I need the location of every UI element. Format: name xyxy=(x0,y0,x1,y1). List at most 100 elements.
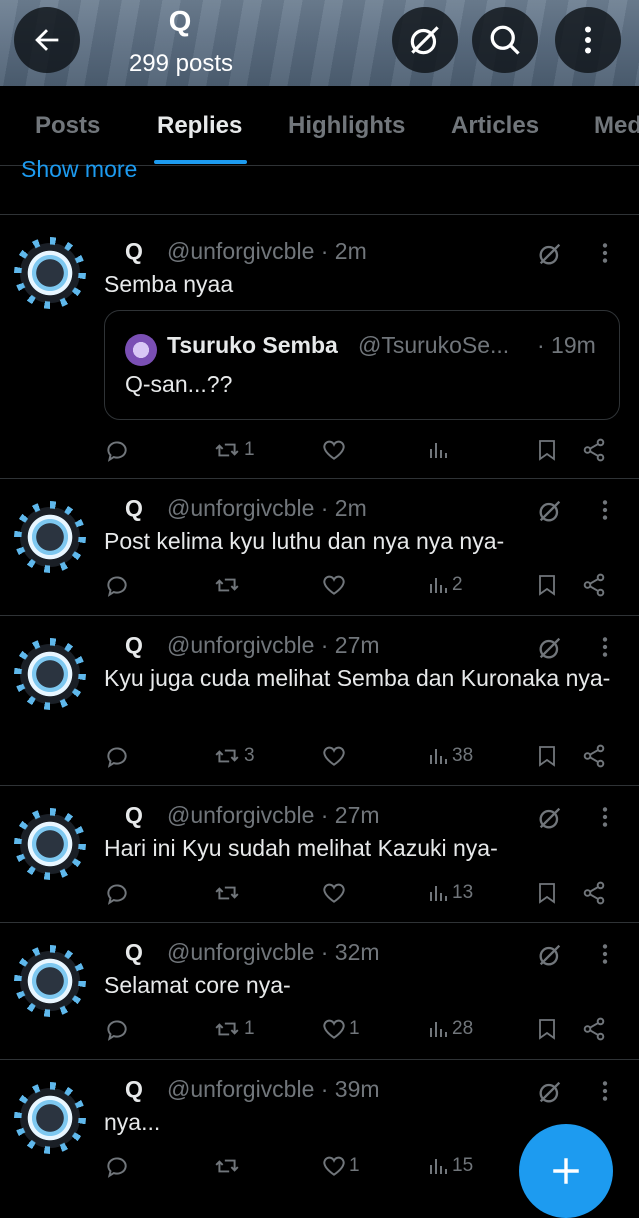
views-button[interactable] xyxy=(426,435,452,465)
grok-icon[interactable] xyxy=(536,240,564,268)
views-button[interactable]: 38 xyxy=(426,741,473,771)
post-text: Selamat core nya- xyxy=(104,972,291,998)
avatar[interactable] xyxy=(20,644,80,704)
reply-button[interactable] xyxy=(104,1014,132,1044)
views-icon xyxy=(430,749,447,764)
post-author-name[interactable]: Q xyxy=(125,238,143,265)
back-arrow-icon xyxy=(35,29,59,51)
avatar[interactable] xyxy=(20,1088,80,1148)
post-author-name[interactable]: Q xyxy=(125,939,143,966)
more-vertical-icon[interactable] xyxy=(596,634,614,660)
bookmark-button[interactable] xyxy=(535,878,559,908)
show-more-link[interactable]: Show more xyxy=(21,156,137,183)
post-actions: 3 38 xyxy=(104,741,624,771)
post-author-name[interactable]: Q xyxy=(125,1076,143,1103)
views-button[interactable]: 15 xyxy=(426,1151,473,1181)
grok-icon[interactable] xyxy=(536,941,564,969)
reply-icon xyxy=(107,884,127,905)
post-handle-time[interactable]: @unforgivcble · 2m xyxy=(167,238,367,265)
reply-button[interactable] xyxy=(104,570,132,600)
share-icon xyxy=(583,573,605,597)
compose-plus-icon xyxy=(553,1158,579,1184)
post-author-name[interactable]: Q xyxy=(125,802,143,829)
like-button[interactable]: 1 xyxy=(321,1014,360,1044)
like-button[interactable] xyxy=(321,435,349,465)
post-author-name[interactable]: Q xyxy=(125,495,143,522)
like-button[interactable] xyxy=(321,570,349,600)
tab-posts[interactable]: Posts xyxy=(35,86,100,165)
quoted-time: · 19m xyxy=(537,332,596,358)
post-handle-time[interactable]: @unforgivcble · 27m xyxy=(167,632,380,659)
post-item[interactable]: Q @unforgivcble · 32m Selamat core nya- … xyxy=(0,923,639,1060)
bookmark-button[interactable] xyxy=(535,1014,559,1044)
views-count: 15 xyxy=(452,1155,474,1176)
compose-button[interactable] xyxy=(519,1124,613,1218)
grok-icon[interactable] xyxy=(536,497,564,525)
post-item[interactable]: Q @unforgivcble · 2m Post kelima kyu lut… xyxy=(0,479,639,616)
share-button[interactable] xyxy=(581,1014,607,1044)
more-vertical-icon[interactable] xyxy=(596,240,614,266)
grok-icon[interactable] xyxy=(536,804,564,832)
grok-icon[interactable] xyxy=(536,634,564,662)
post-handle-time[interactable]: @unforgivcble · 39m xyxy=(167,1076,380,1103)
avatar[interactable] xyxy=(20,507,80,567)
repost-button[interactable]: 3 xyxy=(212,741,255,771)
post-handle-time[interactable]: @unforgivcble · 32m xyxy=(167,939,380,966)
repost-icon xyxy=(215,443,239,457)
like-count: 1 xyxy=(349,1018,360,1039)
avatar[interactable] xyxy=(20,951,80,1011)
quoted-handle: @TsurukoSe... xyxy=(358,332,510,358)
reply-button[interactable] xyxy=(104,741,132,771)
back-button[interactable] xyxy=(14,7,80,73)
share-button[interactable] xyxy=(581,741,607,771)
grok-button[interactable] xyxy=(392,7,458,73)
reply-button[interactable] xyxy=(104,435,132,465)
repost-button[interactable] xyxy=(212,878,244,908)
like-button[interactable] xyxy=(321,878,349,908)
post-text: Post kelima kyu luthu dan nya nya nya- xyxy=(104,528,505,554)
more-vertical-icon[interactable] xyxy=(596,941,614,967)
tab-replies[interactable]: Replies xyxy=(157,86,242,165)
repost-button[interactable] xyxy=(212,1151,244,1181)
views-button[interactable]: 13 xyxy=(426,878,473,908)
post-item[interactable]: Q @unforgivcble · 27m Kyu juga cuda meli… xyxy=(0,616,639,786)
post-item[interactable]: Q @unforgivcble · 2m Semba nyaa Tsuruko … xyxy=(0,215,639,479)
repost-button[interactable]: 1 xyxy=(212,1014,255,1044)
tab-highlights[interactable]: Highlights xyxy=(288,86,405,165)
repost-icon xyxy=(215,1159,239,1173)
quoted-post[interactable]: Tsuruko Semba @TsurukoSe... · 19m Q-san.… xyxy=(104,310,620,420)
share-button[interactable] xyxy=(581,878,607,908)
more-button[interactable] xyxy=(555,7,621,73)
search-button[interactable] xyxy=(472,7,538,73)
post-handle-time[interactable]: @unforgivcble · 2m xyxy=(167,495,367,522)
avatar[interactable] xyxy=(20,814,80,874)
repost-button[interactable] xyxy=(212,570,244,600)
reply-button[interactable] xyxy=(104,878,132,908)
more-vertical-icon[interactable] xyxy=(596,497,614,523)
post-handle-time[interactable]: @unforgivcble · 27m xyxy=(167,802,380,829)
post-item[interactable]: Q @unforgivcble · 27m Hari ini Kyu sudah… xyxy=(0,786,639,923)
post-author-name[interactable]: Q xyxy=(125,632,143,659)
views-button[interactable]: 2 xyxy=(426,570,463,600)
tab-media[interactable]: Med xyxy=(594,86,639,165)
share-button[interactable] xyxy=(581,435,607,465)
share-button[interactable] xyxy=(581,570,607,600)
search-icon xyxy=(490,25,520,55)
repost-button[interactable]: 1 xyxy=(212,435,255,465)
views-count: 38 xyxy=(452,745,474,766)
tab-articles[interactable]: Articles xyxy=(451,86,539,165)
reply-button[interactable] xyxy=(104,1151,132,1181)
views-button[interactable]: 28 xyxy=(426,1014,473,1044)
more-vertical-icon[interactable] xyxy=(596,804,614,830)
grok-icon[interactable] xyxy=(536,1078,564,1106)
bookmark-button[interactable] xyxy=(535,570,559,600)
bookmark-button[interactable] xyxy=(535,741,559,771)
like-button[interactable]: 1 xyxy=(321,1151,360,1181)
more-vertical-icon[interactable] xyxy=(596,1078,614,1104)
avatar[interactable] xyxy=(20,243,80,303)
bookmark-icon xyxy=(539,746,555,767)
like-button[interactable] xyxy=(321,741,349,771)
bookmark-button[interactable] xyxy=(535,435,559,465)
reply-icon xyxy=(107,1020,127,1041)
profile-tabs: Posts Replies Highlights Articles Med xyxy=(0,86,639,166)
